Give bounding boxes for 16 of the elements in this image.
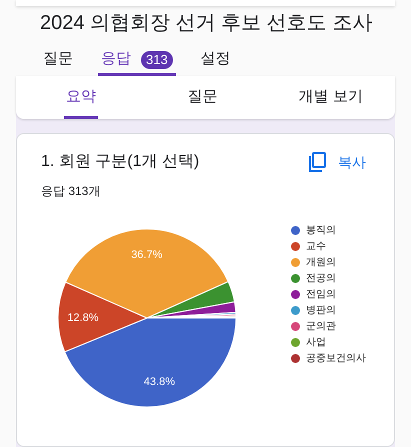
slice-label: 43.8% <box>144 376 175 388</box>
response-count: 응답 313개 <box>41 183 102 200</box>
question-title: 1. 회원 구분(1개 선택) <box>41 152 200 172</box>
legend-label: 군의관 <box>306 320 336 334</box>
form-title: 2024 의협회장 선거 후보 선호도 조사 <box>40 11 374 36</box>
legend-label: 봉직의 <box>306 224 336 238</box>
legend-label: 공중보건의사 <box>306 352 366 366</box>
slice-label: 12.8% <box>67 312 99 324</box>
count-badge: 313 <box>141 50 173 68</box>
legend-label: 전공의 <box>306 272 336 286</box>
legend-label: 병판의 <box>306 304 336 318</box>
legend-label: 교수 <box>306 240 326 254</box>
legend-label: 사업 <box>306 336 326 350</box>
legend-label: 개원의 <box>306 256 336 270</box>
legend-label: 전임의 <box>306 288 336 302</box>
slice-label: 36.7% <box>131 248 162 261</box>
